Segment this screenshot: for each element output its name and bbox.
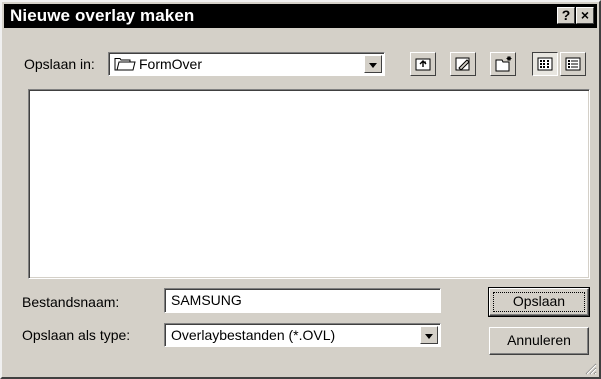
save-in-label: Opslaan in: [24,56,95,72]
filename-label: Bestandsnaam: [22,294,120,310]
new-folder-icon [495,56,512,72]
details-view-icon [565,57,581,71]
save-in-label-text: Opslaan in: [24,56,95,72]
details-view-button[interactable] [560,52,586,76]
save-button[interactable]: Opslaan [488,287,590,317]
up-one-level-icon [415,58,431,71]
file-list[interactable] [28,89,590,279]
filetype-dropdown-arrow[interactable] [420,326,438,344]
save-in-value: FormOver [139,56,202,72]
filetype-label: Opslaan als type: [22,327,131,343]
up-one-level-button[interactable] [410,52,436,76]
save-in-dropdown-arrow[interactable] [364,55,382,73]
title-bar[interactable]: Nieuwe overlay maken ? × [4,4,597,28]
list-view-button[interactable] [532,52,558,76]
cancel-button[interactable]: Annuleren [489,327,589,355]
desktop-icon [455,57,470,71]
save-in-dropdown[interactable]: FormOver [108,52,385,76]
filetype-dropdown[interactable]: Overlaybestanden (*.OVL) [164,323,441,347]
close-button[interactable]: × [576,7,594,24]
window-title: Nieuwe overlay maken [10,6,195,25]
folder-icon [114,58,136,71]
desktop-button[interactable] [450,52,476,76]
filetype-value: Overlaybestanden (*.OVL) [171,327,336,343]
new-folder-button[interactable] [490,52,516,76]
save-button-label: Opslaan [512,293,566,309]
save-dialog: Nieuwe overlay maken ? × Opslaan in: For… [0,0,601,379]
cancel-button-label: Annuleren [507,332,571,348]
filename-input[interactable]: SAMSUNG [164,288,441,313]
help-button[interactable]: ? [557,7,575,24]
list-view-icon [537,57,553,71]
resize-grip-icon[interactable] [585,363,597,375]
